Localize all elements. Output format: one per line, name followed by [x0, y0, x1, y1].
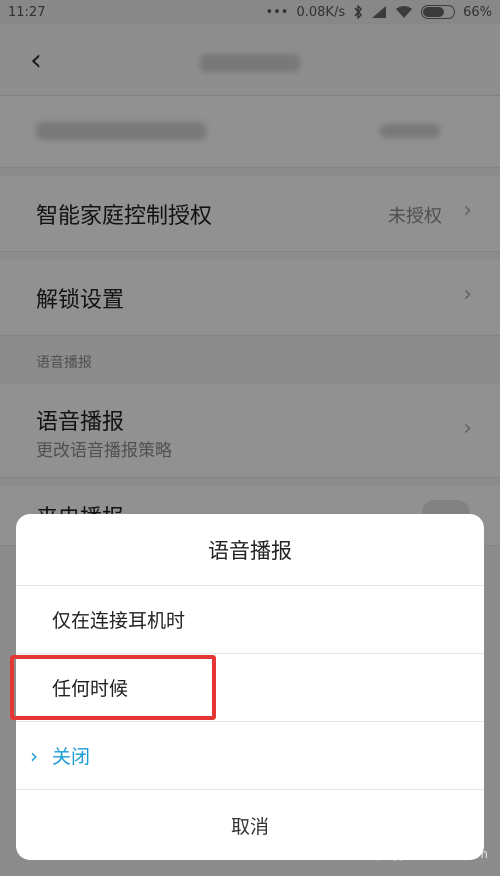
option-headphones-only[interactable]: 仅在连接耳机时 [16, 586, 484, 654]
option-label: 仅在连接耳机时 [52, 610, 186, 632]
option-off[interactable]: › 关闭 [16, 722, 484, 790]
voice-announce-sheet: 语音播报 仅在连接耳机时 任何时候 › 关闭 取消 [16, 514, 484, 860]
selected-chevron-icon: › [30, 743, 38, 768]
option-label: 关闭 [52, 746, 91, 768]
sheet-title: 语音播报 [16, 514, 484, 586]
option-label: 任何时候 [52, 678, 129, 700]
option-any-time[interactable]: 任何时候 [16, 654, 484, 722]
watermark: Bai 经验 jingyan.baidu.com [326, 847, 488, 861]
